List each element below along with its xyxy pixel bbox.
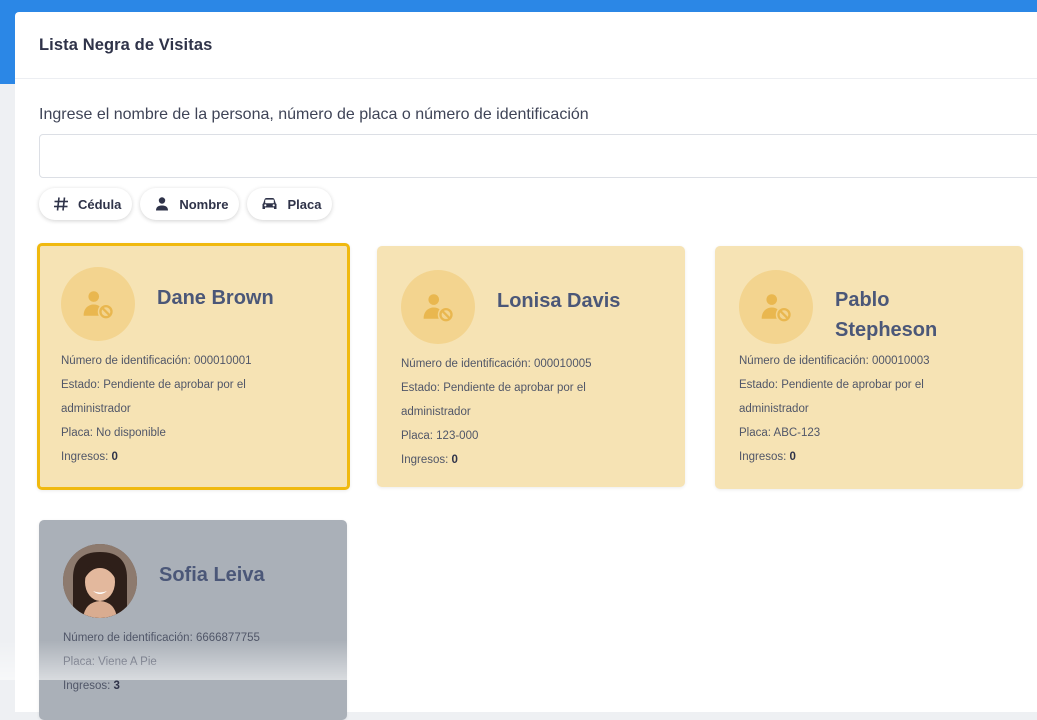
visitor-entries: Ingresos: 0 [61,451,118,463]
visitor-entries: Ingresos: 0 [401,454,458,466]
visitor-id: Número de identificación: 6666877755 [63,632,260,644]
visitor-name: Dane Brown [157,287,274,309]
visitor-plate: Placa: 123-000 [401,430,479,442]
visitor-card[interactable]: Dane Brown Número de identificación: 000… [37,243,350,490]
blocked-user-icon [739,270,813,344]
visitor-status-cont: administrador [61,403,131,415]
search-input[interactable] [39,134,1037,178]
panel-title: Lista Negra de Visitas [39,35,213,54]
visitor-id: Número de identificación: 000010003 [739,355,930,367]
visitor-status: Estado: Pendiente de aprobar por el [61,379,246,391]
visitor-name: Sofia Leiva [159,564,265,586]
panel-header: Lista Negra de Visitas [15,12,1037,79]
visitor-plate: Placa: No disponible [61,427,166,439]
blocked-user-icon [61,267,135,341]
filter-chips: Cédula Nombre Placa [39,188,333,220]
filter-placa-label: Placa [287,196,322,212]
visitor-entries: Ingresos: 3 [63,680,120,692]
visitor-status: Estado: Pendiente de aprobar por el [401,382,586,394]
search-label: Ingrese el nombre de la persona, número … [39,106,589,123]
profile-photo [63,544,137,618]
hash-icon [53,196,69,212]
visitor-status: Estado: Pendiente de aprobar por el [739,379,924,391]
visitor-plate: Placa: ABC-123 [739,427,821,439]
visitor-card[interactable]: Pablo Stepheson Número de identificación… [715,246,1023,489]
visitor-entries-count: 3 [113,680,120,692]
filter-nombre-label: Nombre [179,196,229,212]
visitor-name: Pablo Stepheson [835,289,938,341]
visitor-id: Número de identificación: 000010001 [61,355,252,367]
car-icon [261,196,278,212]
visitor-card[interactable]: Lonisa Davis Número de identificación: 0… [377,246,685,487]
visitor-entries-count: 0 [451,454,458,466]
visitor-status-cont: administrador [401,406,471,418]
visitor-id: Número de identificación: 000010005 [401,358,592,370]
filter-cedula-label: Cédula [78,196,122,212]
person-icon [154,196,170,212]
blocked-user-icon [401,270,475,344]
filter-nombre-button[interactable]: Nombre [140,188,240,220]
visitor-entries: Ingresos: 0 [739,451,796,463]
filter-cedula-button[interactable]: Cédula [39,188,133,220]
visitor-plate: Placa: Viene A Pie [63,656,157,668]
visitor-status-cont: administrador [739,403,809,415]
visitor-card[interactable]: Sofia Leiva Número de identificación: 66… [39,520,347,720]
filter-placa-button[interactable]: Placa [247,188,333,220]
visitor-name: Lonisa Davis [497,290,621,312]
visitor-entries-count: 0 [789,451,796,463]
visitor-entries-count: 0 [111,451,118,463]
